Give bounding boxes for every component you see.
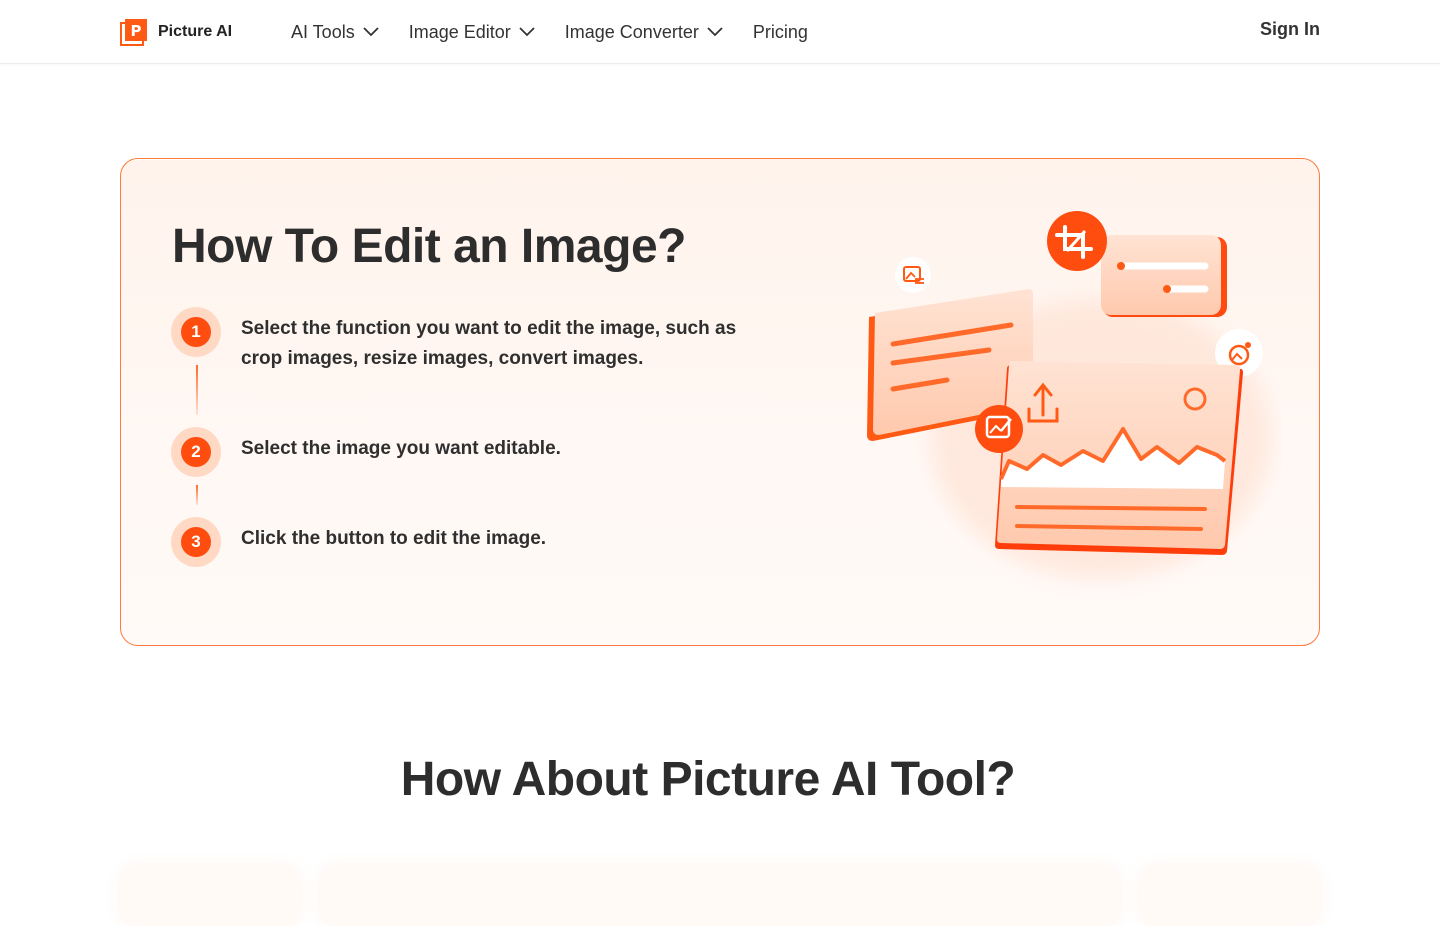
- logo-p-icon: P: [120, 18, 148, 46]
- step-item: 2 Select the image you want editable.: [171, 427, 781, 477]
- image-swap-icon: [895, 257, 931, 293]
- nav-ai-tools[interactable]: AI Tools: [291, 22, 379, 43]
- about-section-title: How About Picture AI Tool?: [400, 753, 1016, 806]
- step-number: 1: [181, 317, 211, 347]
- nav-image-converter[interactable]: Image Converter: [565, 22, 723, 43]
- step-badge: 1: [171, 307, 221, 357]
- step-text: Select the image you want editable.: [241, 438, 561, 459]
- top-navbar: P Picture AI AI Tools Image Editor Image…: [0, 0, 1440, 64]
- step-badge: 2: [171, 427, 221, 477]
- crop-icon: [1047, 211, 1107, 271]
- chevron-down-icon: [363, 27, 379, 37]
- slider-card-graphic: [1101, 235, 1227, 317]
- chevron-down-icon: [519, 27, 535, 37]
- step-text: Select the function you want to edit the…: [241, 318, 737, 369]
- chevron-down-icon: [707, 27, 723, 37]
- feature-card-peek: [120, 866, 300, 926]
- step-badge: 3: [171, 517, 221, 567]
- brand-name: Picture AI: [158, 23, 233, 40]
- step-number: 3: [181, 527, 211, 557]
- nav-pricing-label: Pricing: [752, 21, 808, 42]
- nav-image-editor-label: Image Editor: [408, 21, 511, 42]
- main-nav: AI Tools Image Editor Image Converter Pr…: [291, 18, 838, 46]
- nav-image-editor[interactable]: Image Editor: [409, 22, 535, 43]
- how-to-card: How To Edit an Image? 1 Select the funct…: [120, 158, 1320, 646]
- step-number: 2: [181, 437, 211, 467]
- sign-in-button[interactable]: Sign In: [1260, 19, 1320, 40]
- how-to-title: How To Edit an Image?: [172, 220, 686, 273]
- step-item: 1 Select the function you want to edit t…: [171, 307, 781, 374]
- brand-logo-link[interactable]: P Picture AI: [120, 18, 232, 46]
- nav-ai-tools-label: AI Tools: [291, 21, 355, 42]
- nav-image-converter-label: Image Converter: [564, 21, 699, 42]
- feature-card-peek: [320, 866, 1120, 926]
- step-item: 3 Click the button to edit the image.: [171, 517, 781, 567]
- step-connector: [196, 485, 198, 505]
- image-edit-icon: [975, 405, 1023, 453]
- svg-text:P: P: [131, 22, 142, 40]
- editing-illustration: [867, 211, 1271, 579]
- image-card-graphic: [995, 361, 1243, 555]
- step-text: Click the button to edit the image.: [241, 528, 547, 549]
- feature-card-peek: [1140, 866, 1320, 926]
- nav-pricing[interactable]: Pricing: [753, 22, 808, 43]
